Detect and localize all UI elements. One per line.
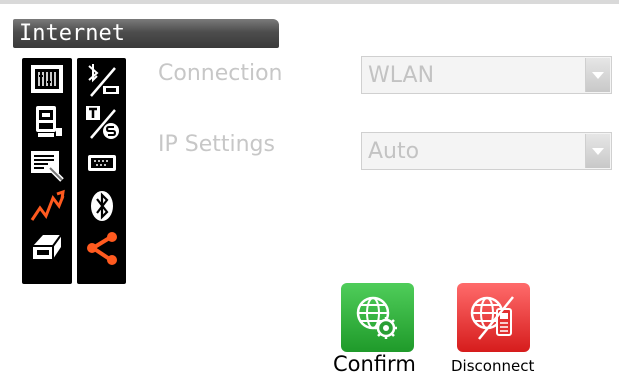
disconnect-label[interactable]: Disconnect [451,357,534,375]
keyboard-icon[interactable] [28,146,66,182]
printer-icon[interactable] [28,230,66,266]
connection-label: Connection [158,61,283,86]
data-transfer-icon[interactable] [28,62,66,98]
instrument-icon[interactable] [28,104,66,140]
ip-settings-select[interactable]: Auto [361,132,612,170]
mode-toolbar-right [77,58,126,284]
serial-port-icon[interactable] [83,146,121,182]
chevron-down-icon[interactable] [585,58,610,92]
connection-select[interactable]: WLAN [361,56,612,94]
graph-icon[interactable] [28,188,66,224]
ip-settings-label: IP Settings [158,132,275,157]
window-title: Internet [13,19,279,48]
disconnect-button[interactable] [457,283,530,352]
window-frame [0,0,619,4]
globe-device-icon [470,296,514,340]
share-icon[interactable] [83,230,121,266]
ts-switch-icon[interactable] [83,104,121,140]
ip-settings-value: Auto [368,139,420,164]
mode-toolbar-left [22,58,72,284]
chevron-down-icon[interactable] [585,134,610,168]
confirm-label[interactable]: Confirm [333,352,416,376]
globe-gear-icon [356,296,397,339]
bluetooth-icon[interactable] [83,188,121,224]
bluetooth-usb-icon[interactable] [83,62,121,98]
connection-value: WLAN [368,63,435,88]
confirm-button[interactable] [341,283,414,352]
